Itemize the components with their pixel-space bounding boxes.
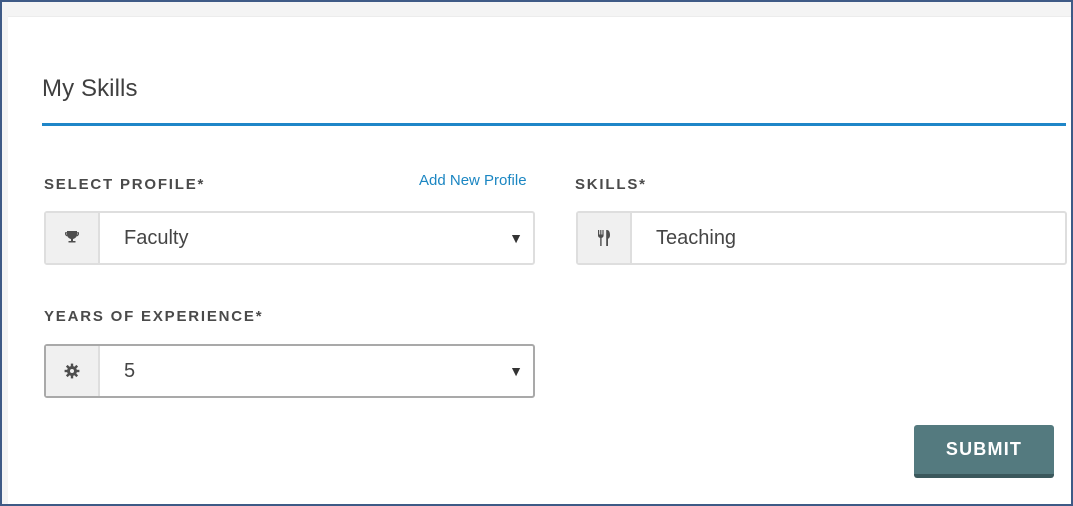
trophy-icon	[64, 230, 80, 246]
profile-select-value-area[interactable]: Faculty ▼	[100, 213, 533, 263]
profile-select[interactable]: Faculty ▼	[44, 211, 535, 265]
experience-addon	[46, 346, 100, 396]
experience-select-value: 5	[124, 359, 136, 382]
skills-value-area[interactable]: Teaching	[632, 213, 1065, 263]
years-of-experience-label: YEARS OF EXPERIENCE*	[44, 308, 264, 325]
title-divider	[42, 123, 1066, 126]
chevron-down-icon[interactable]: ▼	[509, 230, 523, 246]
profile-select-value: Faculty	[124, 226, 189, 249]
skills-field[interactable]: Teaching	[576, 211, 1067, 265]
skills-card: My Skills SELECT PROFILE* Add New Profil…	[8, 16, 1071, 504]
experience-select[interactable]: 5 ▼	[44, 344, 535, 398]
profile-addon	[46, 213, 100, 263]
fork-knife-icon	[596, 229, 612, 247]
screenshot-frame: My Skills SELECT PROFILE* Add New Profil…	[0, 0, 1073, 506]
skills-addon	[578, 213, 632, 263]
add-new-profile-link[interactable]: Add New Profile	[419, 172, 527, 189]
gear-icon	[64, 363, 80, 379]
page-title: My Skills	[42, 75, 138, 102]
select-profile-label: SELECT PROFILE*	[44, 176, 206, 193]
submit-button[interactable]: SUBMIT	[914, 425, 1054, 478]
skills-label: SKILLS*	[575, 176, 647, 193]
chevron-down-icon[interactable]: ▼	[509, 363, 523, 379]
experience-select-value-area[interactable]: 5 ▼	[100, 346, 533, 396]
skills-input-value: Teaching	[656, 226, 737, 249]
